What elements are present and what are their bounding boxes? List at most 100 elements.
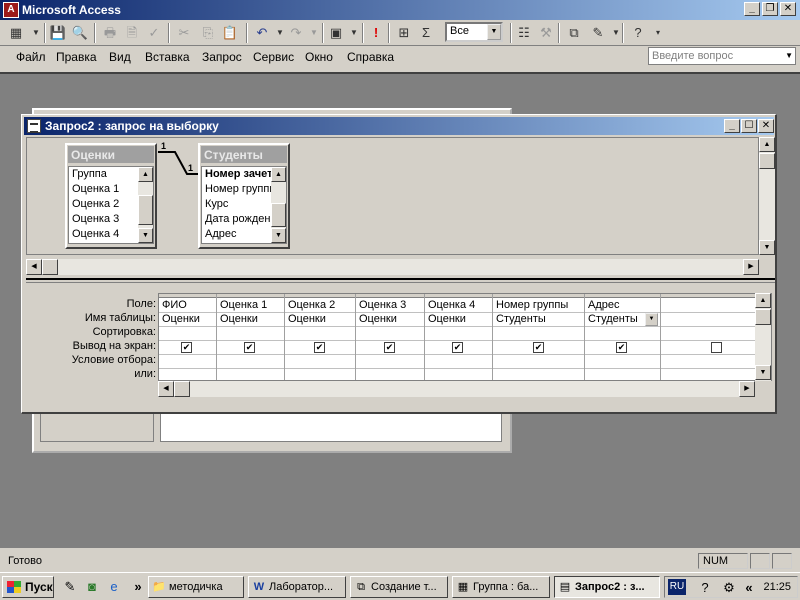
print-preview-icon[interactable]: 🔍 bbox=[70, 23, 90, 43]
column-selector[interactable] bbox=[425, 294, 492, 298]
grid-hscroll[interactable]: ◀ ▶ bbox=[158, 381, 755, 397]
grid-cell-criteria[interactable] bbox=[356, 355, 424, 369]
tray-device-icon[interactable]: ⚙ bbox=[721, 580, 737, 596]
quicklaunch-more-icon[interactable]: » bbox=[130, 579, 146, 595]
copy-icon[interactable]: ⎘ bbox=[198, 23, 218, 43]
menu-help[interactable]: Справка bbox=[347, 50, 394, 64]
grid-cell-criteria[interactable] bbox=[493, 355, 584, 369]
scroll-right-icon[interactable]: ▶ bbox=[743, 259, 759, 275]
column-selector[interactable] bbox=[493, 294, 584, 298]
column-selector[interactable] bbox=[285, 294, 355, 298]
menu-file[interactable]: Файл bbox=[16, 50, 46, 64]
show-checkbox[interactable]: ✔ bbox=[314, 342, 325, 353]
grid-vscroll[interactable]: ▲ ▼ bbox=[755, 293, 771, 381]
grid-column[interactable]: Оценка 1 Оценки ✔ bbox=[217, 294, 285, 380]
grid-column[interactable]: Оценка 2 Оценки ✔ bbox=[285, 294, 356, 380]
grid-cell-show[interactable]: ✔ bbox=[356, 341, 424, 355]
database-window-icon[interactable]: ⧉ bbox=[564, 23, 584, 43]
scroll-left-icon[interactable]: ◀ bbox=[158, 381, 174, 397]
show-checkbox[interactable]: ✔ bbox=[616, 342, 627, 353]
grid-cell-show[interactable]: ✔ bbox=[425, 341, 492, 355]
menu-view[interactable]: Вид bbox=[109, 50, 131, 64]
top-values-dropdown-icon[interactable]: ▼ bbox=[487, 24, 501, 40]
relationship-line[interactable]: 1 1 bbox=[27, 138, 760, 256]
query-maximize-button[interactable]: ☐ bbox=[741, 119, 757, 133]
table-dropdown-icon[interactable]: ▼ bbox=[645, 313, 658, 326]
grid-cell-criteria[interactable] bbox=[217, 355, 284, 369]
scroll-up-icon[interactable]: ▲ bbox=[759, 137, 775, 152]
show-checkbox[interactable]: ✔ bbox=[533, 342, 544, 353]
query-type-icon[interactable]: ▣ bbox=[326, 23, 346, 43]
scroll-thumb[interactable] bbox=[42, 259, 58, 275]
grid-cell-sort[interactable] bbox=[493, 327, 584, 341]
grid-cell-or[interactable] bbox=[425, 369, 492, 380]
help-icon[interactable]: ? bbox=[628, 23, 648, 43]
scroll-right-icon[interactable]: ▶ bbox=[739, 381, 755, 397]
grid-cell-show[interactable]: ✔ bbox=[159, 341, 216, 355]
menu-edit[interactable]: Правка bbox=[56, 50, 97, 64]
quicklaunch-app-icon[interactable]: ◙ bbox=[84, 579, 100, 595]
grid-cell-show[interactable]: ✔ bbox=[493, 341, 584, 355]
grid-cell-sort[interactable] bbox=[356, 327, 424, 341]
grid-column[interactable]: Оценка 3 Оценки ✔ bbox=[356, 294, 425, 380]
grid-cell-or[interactable] bbox=[217, 369, 284, 380]
grid-cell-table[interactable]: Оценки bbox=[425, 313, 492, 327]
task-creation[interactable]: ⧉ Создание т... bbox=[350, 576, 448, 598]
show-checkbox[interactable]: ✔ bbox=[244, 342, 255, 353]
task-lab[interactable]: W Лаборатор... bbox=[248, 576, 346, 598]
grid-cell-or[interactable] bbox=[159, 369, 216, 380]
column-selector[interactable] bbox=[217, 294, 284, 298]
tray-help-icon[interactable]: ? bbox=[697, 580, 713, 596]
query-close-button[interactable]: ✕ bbox=[758, 119, 774, 133]
toolbar-options-icon[interactable]: ▾ bbox=[648, 23, 668, 43]
properties-icon[interactable]: ☷ bbox=[514, 23, 534, 43]
grid-cell-sort[interactable] bbox=[285, 327, 355, 341]
grid-cell-show[interactable]: ✔ bbox=[585, 341, 660, 355]
scroll-thumb[interactable] bbox=[271, 203, 286, 227]
grid-cell-sort[interactable] bbox=[217, 327, 284, 341]
field-item[interactable]: Курс bbox=[202, 197, 274, 212]
menu-insert[interactable]: Вставка bbox=[145, 50, 190, 64]
grid-cell-or[interactable] bbox=[285, 369, 355, 380]
grid-cell-table[interactable]: Студенты bbox=[493, 313, 584, 327]
print-icon[interactable]: 🖶 bbox=[100, 23, 120, 43]
start-button[interactable]: Пуск bbox=[2, 576, 54, 598]
pane-splitter[interactable] bbox=[26, 278, 775, 283]
column-selector[interactable] bbox=[159, 294, 216, 298]
grid-column[interactable]: Номер группы Студенты ✔ bbox=[493, 294, 585, 380]
query-minimize-button[interactable]: _ bbox=[724, 119, 740, 133]
grid-cell-or[interactable] bbox=[356, 369, 424, 380]
access-app-icon[interactable]: A bbox=[3, 2, 19, 18]
build-icon[interactable]: ⚒ bbox=[536, 23, 556, 43]
task-group[interactable]: ▦ Группа : ба... bbox=[452, 576, 550, 598]
top-values-combo[interactable]: Все ▼ bbox=[445, 22, 503, 42]
show-checkbox[interactable] bbox=[711, 342, 722, 353]
language-indicator[interactable]: RU bbox=[668, 579, 686, 595]
show-checkbox[interactable]: ✔ bbox=[384, 342, 395, 353]
field-item[interactable]: Номер группы bbox=[202, 182, 274, 197]
table-students-field-list[interactable]: Студенты Номер зачетн Номер группы Курс … bbox=[198, 143, 290, 249]
help-dropdown-icon[interactable]: ▼ bbox=[785, 51, 793, 60]
grid-cell-or[interactable] bbox=[493, 369, 584, 380]
scroll-thumb[interactable] bbox=[759, 153, 775, 169]
field-list-scrollbar[interactable]: ▲ ▼ bbox=[271, 167, 286, 243]
grid-cell-table[interactable]: Оценки bbox=[217, 313, 284, 327]
tray-expand-icon[interactable]: « bbox=[741, 580, 757, 596]
save-icon[interactable]: 💾 bbox=[48, 23, 68, 43]
field-item-key[interactable]: Номер зачетн bbox=[202, 167, 274, 182]
internet-explorer-icon[interactable]: e bbox=[106, 579, 122, 595]
grid-cell-sort[interactable] bbox=[425, 327, 492, 341]
query-icon[interactable] bbox=[27, 119, 41, 133]
undo-icon[interactable]: ↶ bbox=[252, 23, 272, 43]
scroll-thumb[interactable] bbox=[174, 381, 190, 397]
grid-cell-table[interactable]: Оценки bbox=[159, 313, 216, 327]
grid-cell-show[interactable]: ✔ bbox=[285, 341, 355, 355]
scroll-down-icon[interactable]: ▼ bbox=[759, 240, 775, 255]
table-students-fields[interactable]: Номер зачетн Номер группы Курс Дата рожд… bbox=[201, 166, 287, 244]
field-item[interactable]: Дата рожден bbox=[202, 212, 274, 227]
scroll-up-icon[interactable]: ▲ bbox=[755, 293, 771, 308]
view-icon[interactable]: ▦ bbox=[6, 23, 26, 43]
preview-icon[interactable]: 🗎 bbox=[122, 23, 142, 43]
field-item[interactable]: Адрес bbox=[202, 227, 274, 242]
menu-tools[interactable]: Сервис bbox=[253, 50, 294, 64]
